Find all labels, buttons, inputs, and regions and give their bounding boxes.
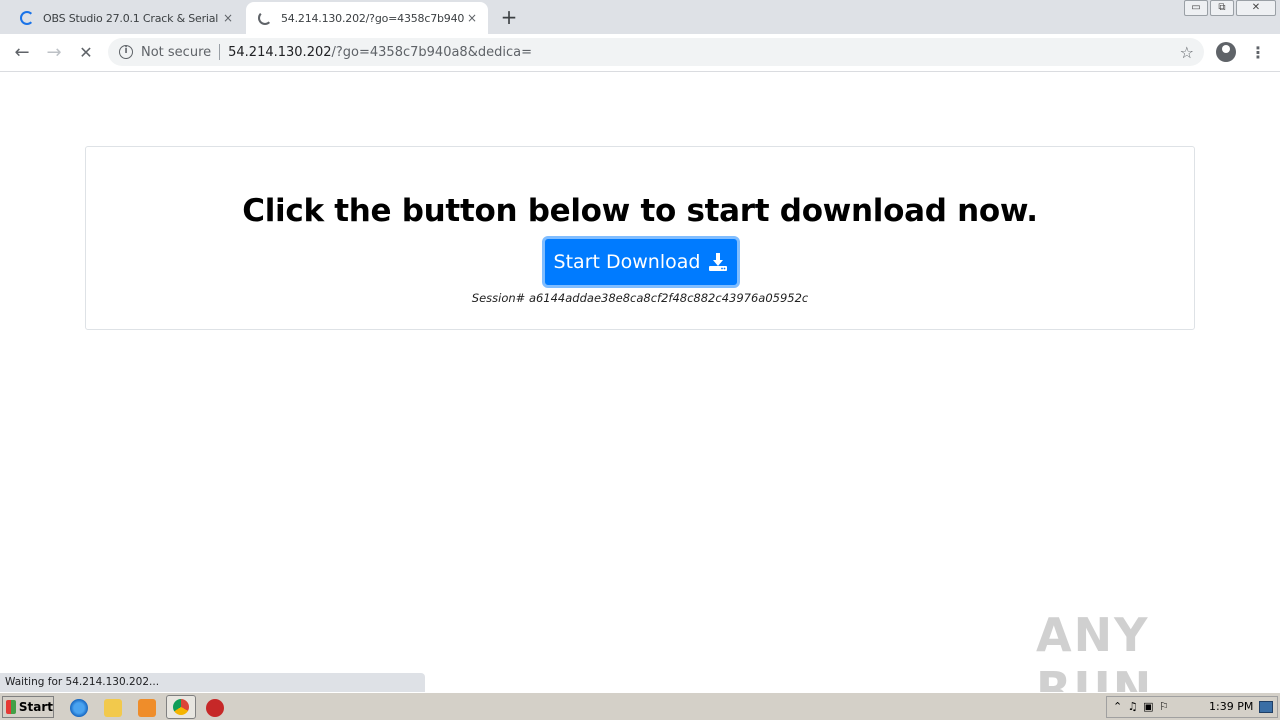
- omnibox-divider: [219, 44, 221, 60]
- tab-title: 54.214.130.202/?go=4358c7b940a8: [281, 11, 464, 25]
- tab-close-icon[interactable]: ×: [464, 11, 480, 25]
- window-controls: ▭ ⧉ ✕: [1182, 0, 1276, 18]
- session-label: Session#: [471, 291, 526, 305]
- url-host: 54.214.130.202: [228, 44, 332, 60]
- session-info: Session# a6144addae38e8ca8cf2f48c882c439…: [86, 291, 1194, 305]
- show-desktop-icon[interactable]: [1259, 701, 1273, 713]
- tray-icons[interactable]: ⌃ ♫ ▣ ⚐: [1113, 697, 1170, 717]
- profile-avatar-icon[interactable]: [1216, 42, 1236, 62]
- internet-explorer-icon[interactable]: [70, 699, 88, 717]
- restore-button[interactable]: ⧉: [1210, 0, 1234, 16]
- session-id: a6144addae38e8ca8cf2f48c882c43976a05952c: [528, 291, 809, 305]
- download-card: Click the button below to start download…: [85, 146, 1195, 330]
- start-download-label: Start Download: [553, 251, 701, 273]
- file-explorer-icon[interactable]: [104, 699, 122, 717]
- tab-close-icon[interactable]: ×: [220, 11, 236, 25]
- status-bubble: Waiting for 54.214.130.202...: [0, 673, 425, 692]
- page-headline: Click the button below to start download…: [242, 193, 1038, 229]
- start-download-button[interactable]: Start Download: [542, 236, 740, 288]
- start-label: Start: [18, 700, 53, 714]
- loading-spinner-icon: [20, 11, 34, 25]
- loading-spinner-icon: [258, 11, 272, 25]
- start-button[interactable]: Start: [2, 696, 54, 718]
- security-label: Not secure: [141, 44, 212, 60]
- system-tray: ⌃ ♫ ▣ ⚐ 1:39 PM: [1106, 696, 1278, 718]
- chrome-icon: [173, 699, 189, 715]
- tab-obs-studio[interactable]: OBS Studio 27.0.1 Crack & Serial Key ×: [8, 2, 244, 34]
- close-window-button[interactable]: ✕: [1236, 0, 1276, 16]
- taskbar-clock[interactable]: 1:39 PM: [1209, 697, 1253, 717]
- chrome-taskbar-button[interactable]: [166, 695, 196, 719]
- windows-taskbar: Start ⌃ ♫ ▣ ⚐ 1:39 PM: [0, 692, 1280, 720]
- minimize-button[interactable]: ▭: [1184, 0, 1208, 16]
- security-warning-icon[interactable]: [206, 699, 224, 717]
- browser-toolbar: ← → ✕ i Not secure 54.214.130.202/?go=43…: [0, 34, 1280, 72]
- download-icon: [709, 253, 728, 271]
- forward-button[interactable]: →: [42, 41, 66, 65]
- browser-menu-button[interactable]: ⋮: [1250, 41, 1266, 65]
- tab-active-download[interactable]: 54.214.130.202/?go=4358c7b940a8 ×: [246, 2, 488, 34]
- info-icon[interactable]: i: [119, 45, 133, 59]
- bookmark-star-icon[interactable]: ☆: [1180, 43, 1194, 62]
- url-path: /?go=4358c7b940a8&dedica=: [331, 44, 532, 60]
- stop-loading-button[interactable]: ✕: [74, 41, 98, 65]
- media-player-icon[interactable]: [138, 699, 156, 717]
- tab-strip: OBS Studio 27.0.1 Crack & Serial Key × 5…: [0, 0, 1280, 34]
- new-tab-button[interactable]: +: [498, 6, 520, 28]
- windows-logo-icon: [6, 700, 16, 714]
- address-bar[interactable]: i Not secure 54.214.130.202/?go=4358c7b9…: [108, 38, 1204, 66]
- back-button[interactable]: ←: [10, 41, 34, 65]
- tab-title: OBS Studio 27.0.1 Crack & Serial Key: [43, 11, 220, 25]
